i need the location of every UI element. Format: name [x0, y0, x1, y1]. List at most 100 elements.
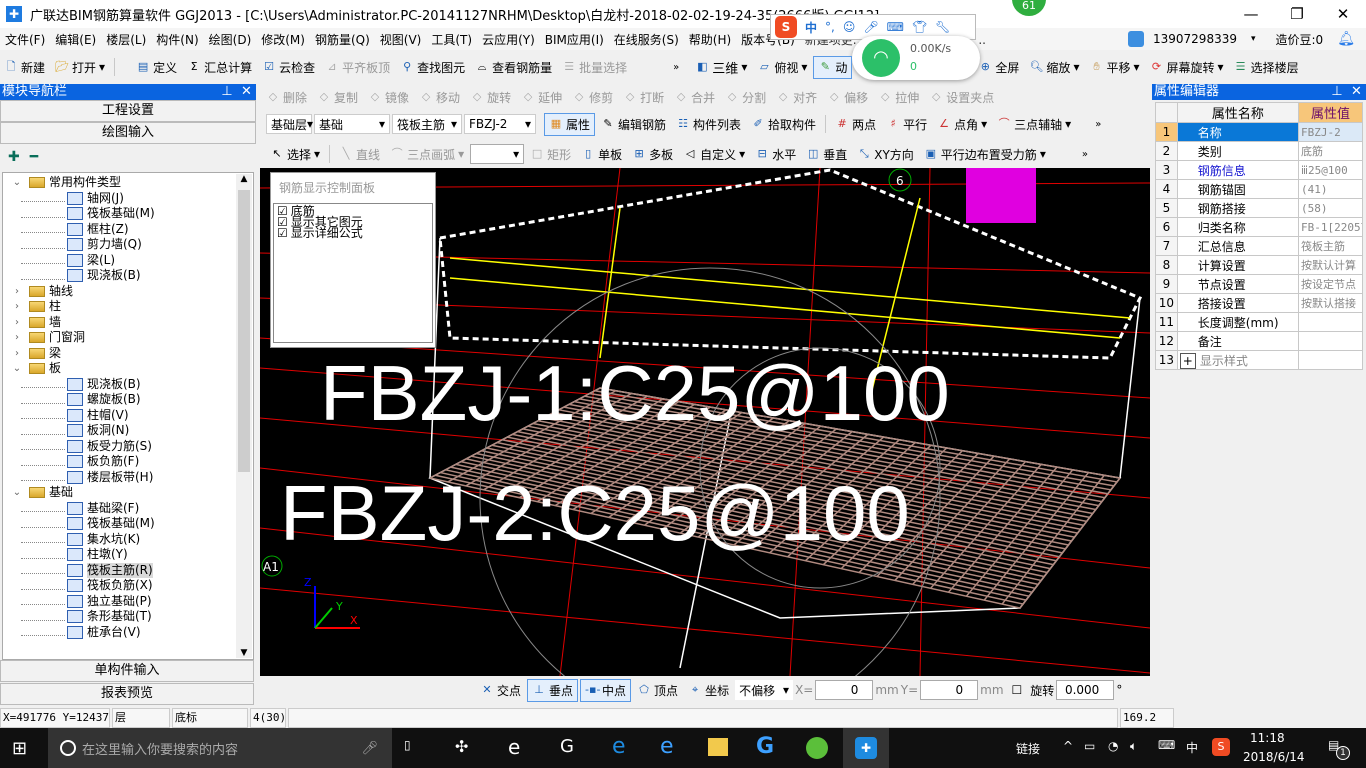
volume-icon[interactable]: 🔈︎: [1130, 739, 1137, 754]
menu-modify[interactable]: 修改(M): [256, 31, 310, 48]
pick-component-button[interactable]: ✐ 拾取构件: [747, 114, 820, 135]
property-row[interactable]: 8 计算设置 按默认计算: [1155, 255, 1363, 275]
minimize-button[interactable]: —: [1228, 0, 1274, 28]
property-row[interactable]: 2 类别 底筋: [1155, 141, 1363, 161]
menu-bim[interactable]: BIM应用(I): [540, 31, 609, 48]
checkbox-show-formula[interactable]: ☑ 显示详细公式: [274, 226, 432, 240]
property-value[interactable]: [1298, 331, 1363, 351]
notification-badge[interactable]: 61: [1012, 0, 1046, 16]
tree-item[interactable]: 条形基础(T): [3, 609, 253, 625]
rotate-checkbox[interactable]: ☐: [1012, 683, 1023, 697]
account-phone[interactable]: 13907298339: [1148, 32, 1242, 46]
three-point-axis-button[interactable]: ⌒ 三点辅轴 ▾: [993, 114, 1075, 135]
tree-item[interactable]: 螺旋板(B): [3, 392, 253, 408]
wrench-icon[interactable]: 🔧︎: [935, 20, 950, 34]
properties-button[interactable]: ▦ 属性: [544, 112, 596, 136]
select-button[interactable]: ↖ 选择 ▾: [266, 144, 324, 165]
tray-chevron-icon[interactable]: ^: [1063, 739, 1073, 753]
property-value[interactable]: [1298, 350, 1363, 370]
tree-item[interactable]: 基础梁(F): [3, 501, 253, 517]
name-select[interactable]: FBZJ-2 ▾: [464, 114, 536, 134]
edit-tool-button[interactable]: ◇ 分割: [721, 87, 770, 108]
multi-board-button[interactable]: ⊞ 多板: [628, 144, 677, 165]
edit-rebar-button[interactable]: ✎ 编辑钢筋: [597, 114, 670, 135]
property-value[interactable]: FBZJ-2: [1298, 122, 1363, 142]
menu-help[interactable]: 帮助(H): [684, 31, 736, 48]
collapse-all-icon[interactable]: ━: [30, 149, 38, 165]
menu-cloud[interactable]: 云应用(Y): [477, 31, 540, 48]
ime-lang[interactable]: 中: [805, 19, 817, 36]
tree-item[interactable]: 柱帽(V): [3, 408, 253, 424]
tree-item[interactable]: 轴网(J): [3, 191, 253, 207]
chevron-right-icon[interactable]: ›: [11, 330, 23, 346]
property-value[interactable]: ⅲ25@100: [1298, 160, 1363, 180]
property-value[interactable]: 按默认搭接: [1298, 293, 1363, 313]
tree-item[interactable]: 现浇板(B): [3, 377, 253, 393]
menu-tools[interactable]: 工具(T): [426, 31, 477, 48]
snap-vertex[interactable]: ⬠ 顶点: [633, 680, 682, 701]
open-button[interactable]: 📂︎ 打开 ▾: [51, 57, 109, 78]
edit-tool-button[interactable]: ◇ 复制: [313, 87, 362, 108]
two-point-axis-button[interactable]: # 两点: [831, 114, 880, 135]
bell-icon[interactable]: 🔔︎: [1332, 31, 1360, 47]
browser-360-icon[interactable]: [806, 737, 828, 759]
skin-icon[interactable]: 👕︎: [912, 20, 927, 34]
expand-all-icon[interactable]: ✚: [8, 149, 20, 165]
menu-floor[interactable]: 楼层(L): [101, 31, 151, 48]
tree-item[interactable]: 剪力墙(Q): [3, 237, 253, 253]
mic-icon[interactable]: 🎤︎: [361, 741, 378, 756]
tree-item[interactable]: 筏板基础(M): [3, 206, 253, 222]
shape-select[interactable]: ▾: [470, 144, 525, 164]
close-icon[interactable]: ✕: [241, 84, 252, 99]
component-list-button[interactable]: ☷ 构件列表: [672, 114, 745, 135]
tree-folder[interactable]: › 门窗洞: [3, 330, 253, 346]
menu-edit[interactable]: 编辑(E): [50, 31, 101, 48]
snap-perpendicular[interactable]: ⊥ 垂点: [527, 678, 579, 702]
tree-folder[interactable]: › 梁: [3, 346, 253, 362]
property-value[interactable]: (58): [1298, 198, 1363, 218]
custom-button[interactable]: ◁ 自定义 ▾: [679, 144, 749, 165]
ie-blue-icon[interactable]: e: [660, 734, 674, 759]
clock-time[interactable]: 11:18: [1250, 731, 1285, 745]
task-view-icon[interactable]: ▯: [404, 738, 411, 752]
maximize-button[interactable]: ❐: [1274, 0, 1320, 28]
ime-indicator[interactable]: 中: [1186, 739, 1198, 756]
project-settings-button[interactable]: 工程设置: [0, 100, 256, 122]
draw-input-button[interactable]: 绘图输入: [0, 122, 256, 144]
property-row[interactable]: 1 名称 FBZJ-2: [1155, 122, 1363, 142]
chevron-down-icon[interactable]: ⌄: [11, 175, 23, 191]
drawing-canvas[interactable]: FBZJ-1:C25@100 FBZJ-2:C25@100 A1 6 X Y Z…: [260, 168, 1150, 676]
edit-tool-button[interactable]: ◇ 删除: [262, 87, 311, 108]
tree-item[interactable]: 楼层板带(H): [3, 470, 253, 486]
start-button[interactable]: ⊞: [12, 738, 27, 759]
property-value[interactable]: (41): [1298, 179, 1363, 199]
property-value[interactable]: FB-1[22057: [1298, 217, 1363, 237]
expand-icon[interactable]: +: [1179, 352, 1196, 369]
tree-item[interactable]: 筏板负筋(X): [3, 578, 253, 594]
property-row[interactable]: 6 归类名称 FB-1[22057: [1155, 217, 1363, 237]
chevron-down-icon[interactable]: ⌄: [11, 485, 23, 501]
horizontal-button[interactable]: ⊟ 水平: [751, 144, 800, 165]
clock-date[interactable]: 2018/6/14: [1243, 750, 1305, 764]
file-explorer-icon[interactable]: [708, 738, 728, 756]
cloud-check-button[interactable]: ☑ 云检查: [258, 57, 319, 78]
pin-icon[interactable]: ⊥: [1331, 84, 1342, 99]
edit-tool-button[interactable]: ◇ 旋转: [466, 87, 515, 108]
chevron-down-icon[interactable]: ⌄: [11, 361, 23, 377]
sum-calc-button[interactable]: Σ 汇总计算: [183, 57, 256, 78]
snap-coordinate[interactable]: ⌖ 坐标: [684, 680, 733, 701]
pin-icon[interactable]: ⊥: [221, 84, 232, 99]
offset-select[interactable]: 不偏移 ▾: [735, 680, 794, 700]
select-floor-button[interactable]: ☰ 选择楼层: [1230, 57, 1303, 78]
property-value[interactable]: 底筋: [1298, 141, 1363, 161]
close-button[interactable]: ✕: [1320, 0, 1366, 28]
menu-online[interactable]: 在线服务(S): [609, 31, 684, 48]
ie-icon[interactable]: e: [508, 735, 520, 759]
arc-button[interactable]: ⌒ 三点画弧 ▾: [386, 144, 468, 165]
menu-component[interactable]: 构件(N): [151, 31, 203, 48]
edit-tool-button[interactable]: ◇ 对齐: [772, 87, 821, 108]
tree-folder[interactable]: ⌄ 板: [3, 361, 253, 377]
tree-item[interactable]: 框柱(Z): [3, 222, 253, 238]
property-row[interactable]: 4 钢筋锚固 (41): [1155, 179, 1363, 199]
edit-tool-button[interactable]: ◇ 偏移: [823, 87, 872, 108]
